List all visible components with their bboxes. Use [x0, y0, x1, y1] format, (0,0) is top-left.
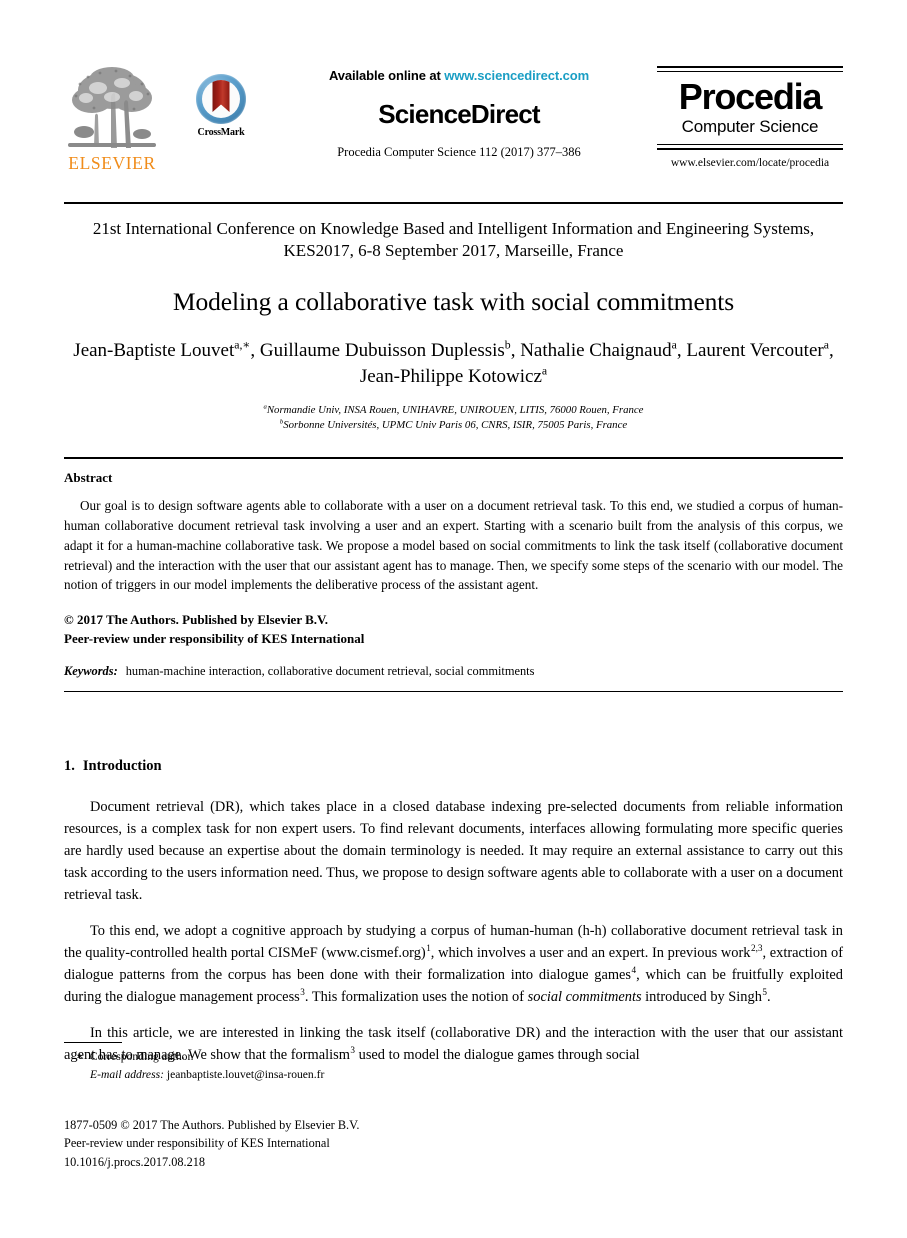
keywords-block: Keywords: human-machine interaction, coll…	[64, 664, 843, 679]
crossmark-icon	[196, 74, 246, 124]
author-4-name-part1: , Laurent	[676, 339, 746, 361]
affiliation-b: bSorbonne Universités, UPMC Univ Paris 0…	[64, 418, 843, 433]
keywords-values: human-machine interaction, collaborative…	[125, 664, 535, 679]
sciencedirect-url-link[interactable]: www.sciencedirect.com	[444, 68, 589, 83]
p2-segment-7: .	[767, 988, 771, 1005]
sciencedirect-wordmark: ScienceDirect	[378, 99, 540, 129]
abstract-top-rule	[64, 457, 843, 460]
paper-page: ELSEVIER CrossMark Available online at w…	[0, 0, 907, 1238]
section-title: Introduction	[82, 758, 162, 775]
citation-ref-2-3[interactable]: 2,3	[751, 943, 763, 953]
conference-line: 21st International Conference on Knowled…	[92, 219, 815, 261]
abstract-bottom-rule	[64, 691, 843, 693]
crossmark-label: CrossMark	[197, 127, 245, 138]
procedia-subtitle: Computer Science	[681, 117, 819, 137]
procedia-top-rule	[657, 66, 843, 72]
author-1-affil-marker: a,∗	[234, 338, 251, 352]
corresponding-author-text: Corresponding author.	[89, 1050, 194, 1063]
p2-segment-6: introduced by Singh	[641, 988, 762, 1005]
sciencedirect-block: Available online at www.sciencedirect.co…	[264, 68, 654, 160]
section-heading-introduction: 1. Introduction	[64, 758, 843, 775]
page-title: Modeling a collaborative task with socia…	[172, 286, 735, 316]
author-2-name: , Guillaume Dubuisson Duplessis	[250, 339, 505, 361]
journal-citation: Procedia Computer Science 112 (2017) 377…	[337, 145, 581, 159]
masthead: ELSEVIER CrossMark Available online at w…	[64, 62, 843, 202]
p2-segment-2: , which involves a user and an expert. I…	[430, 945, 751, 962]
email-label: E-mail address:	[90, 1067, 164, 1081]
corresponding-author-note: ∗ Corresponding author.	[64, 1048, 843, 1066]
keywords-label: Keywords:	[64, 664, 118, 679]
intro-paragraph-2: To this end, we adopt a cognitive approa…	[64, 921, 843, 1009]
page-content: ELSEVIER CrossMark Available online at w…	[64, 0, 843, 1081]
peer-review-line: Peer-review under responsibility of KES …	[64, 631, 365, 647]
section-number: 1.	[64, 758, 75, 775]
author-5-affil-marker: a	[541, 364, 548, 378]
crossmark-badge[interactable]: CrossMark	[188, 74, 254, 138]
footer-peer-review: Peer-review under responsibility of KES …	[64, 1136, 330, 1151]
footnote-block: ∗ Corresponding author. E-mail address: j…	[64, 1042, 843, 1083]
available-online-prefix: Available online at	[328, 68, 445, 83]
footer-doi[interactable]: 10.1016/j.procs.2017.08.218	[64, 1153, 843, 1171]
abstract-text: Our goal is to design software agents ab…	[64, 498, 843, 593]
affiliation-a-text: Normandie Univ, INSA Rouen, UNIHAVRE, UN…	[266, 403, 644, 416]
elsevier-tree-icon	[64, 64, 160, 152]
author-3-name: , Nathalie Chaignaud	[510, 339, 672, 361]
elsevier-wordmark: ELSEVIER	[68, 153, 156, 173]
footnote-rule	[64, 1042, 122, 1043]
footer-issn-copyright: 1877-0509 © 2017 The Authors. Published …	[64, 1118, 360, 1132]
procedia-title: Procedia	[678, 75, 823, 117]
procedia-locate-url[interactable]: www.elsevier.com/locate/procedia	[657, 157, 843, 169]
author-1-name: Jean-Baptiste Louvet	[73, 339, 235, 361]
email-note: E-mail address: jeanbaptiste.louvet@insa…	[64, 1066, 843, 1084]
page-footer: 1877-0509 © 2017 The Authors. Published …	[64, 1116, 843, 1171]
available-online-line: Available online at www.sciencedirect.co…	[264, 68, 654, 83]
copyright-line: © 2017 The Authors. Published by Elsevie…	[64, 612, 328, 628]
procedia-journal-logo: Procedia Computer Science www.elsevier.c…	[657, 66, 843, 169]
affiliation-a: aNormandie Univ, INSA Rouen, UNIHAVRE, U…	[64, 403, 843, 418]
p2-italic-term: social commitments	[527, 988, 642, 1005]
intro-paragraph-1: Document retrieval (DR), which takes pla…	[64, 799, 843, 903]
masthead-divider	[64, 202, 843, 204]
affiliation-b-text: Sorbonne Universités, UPMC Univ Paris 06…	[283, 418, 628, 431]
author-4-name-part2: Vercouter	[749, 339, 824, 361]
elsevier-logo: ELSEVIER	[64, 64, 160, 176]
footnote-star-marker: ∗	[76, 1050, 84, 1063]
p2-segment-5: . This formalization uses the notion of	[304, 988, 528, 1005]
affiliation-list: aNormandie Univ, INSA Rouen, UNIHAVRE, U…	[64, 403, 843, 434]
email-address[interactable]: jeanbaptiste.louvet@insa-rouen.fr	[167, 1068, 324, 1081]
copyright-block: © 2017 The Authors. Published by Elsevie…	[64, 610, 843, 648]
author-list: Jean-Baptiste Louveta,∗, Guillaume Dubui…	[64, 338, 843, 390]
abstract-section: Abstract Our goal is to design software …	[64, 457, 843, 693]
abstract-heading: Abstract	[64, 470, 113, 486]
procedia-bottom-rule	[657, 144, 843, 150]
